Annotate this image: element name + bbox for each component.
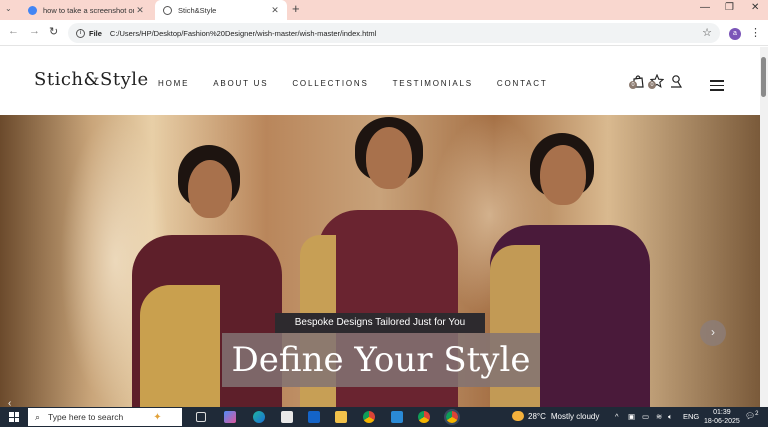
profile-avatar[interactable]: a bbox=[729, 28, 741, 40]
close-tab-icon[interactable]: ✕ bbox=[134, 5, 146, 16]
carousel-next-button[interactable]: › bbox=[700, 320, 726, 346]
browser-tab-screenshot[interactable]: how to take a screenshot on w ✕ bbox=[20, 0, 152, 20]
clock-date: 18-06-2025 bbox=[704, 418, 740, 425]
close-tab-icon[interactable]: ✕ bbox=[269, 5, 281, 16]
copilot-icon[interactable] bbox=[224, 411, 236, 423]
windows-start-icon[interactable] bbox=[9, 412, 19, 422]
hero-title-box: Define Your Style bbox=[222, 333, 540, 387]
volume-icon[interactable]: 🔈︎ bbox=[668, 412, 673, 422]
carousel-prev-button[interactable]: ‹ bbox=[8, 398, 11, 407]
browser-tab-stichstyle[interactable]: Stich&Style ✕ bbox=[155, 0, 287, 20]
nav-about-us[interactable]: ABOUT US bbox=[213, 79, 268, 88]
scrollbar-thumb[interactable] bbox=[761, 57, 766, 97]
wishlist-count-badge: 0 bbox=[648, 81, 656, 89]
weather-widget[interactable]: 28°C Mostly cloudy bbox=[512, 411, 599, 421]
hamburger-menu-icon[interactable] bbox=[710, 80, 724, 94]
forward-icon[interactable]: → bbox=[29, 25, 40, 37]
search-highlight-icon: ✦ bbox=[153, 411, 162, 423]
scheme-label: File bbox=[89, 28, 102, 38]
task-view-icon[interactable] bbox=[196, 412, 206, 422]
cart-count-badge: 0 bbox=[629, 81, 637, 89]
hero-title: Define Your Style bbox=[231, 340, 531, 380]
tray-app-icon[interactable]: ▣ bbox=[628, 412, 635, 421]
page-scrollbar[interactable] bbox=[760, 47, 768, 407]
main-nav: HOME ABOUT US COLLECTIONS TESTIMONIALS C… bbox=[158, 79, 572, 88]
tab-title: Stich&Style bbox=[178, 5, 217, 15]
reload-icon[interactable]: ↻ bbox=[49, 25, 58, 38]
weather-temp: 28°C bbox=[528, 411, 546, 421]
edge-icon[interactable] bbox=[253, 411, 265, 423]
new-tab-button[interactable]: + bbox=[292, 1, 300, 16]
battery-icon[interactable]: ▭ bbox=[642, 412, 649, 421]
site-logo[interactable]: Stich&Style bbox=[34, 69, 149, 90]
cloudy-weather-icon bbox=[512, 411, 524, 421]
google-favicon-icon bbox=[28, 5, 37, 15]
nav-testimonials[interactable]: TESTIMONIALS bbox=[393, 79, 473, 88]
back-icon[interactable]: ← bbox=[8, 25, 19, 37]
windows-taskbar: ⌕ Type here to search ✦ 28°C Mostly clou… bbox=[0, 407, 768, 427]
vscode-icon[interactable] bbox=[391, 411, 403, 423]
globe-favicon-icon bbox=[163, 5, 172, 15]
notification-count: 2 bbox=[755, 411, 759, 417]
bookmark-star-icon[interactable]: ☆ bbox=[702, 26, 712, 39]
tray-chevron-icon[interactable]: ^ bbox=[615, 412, 619, 421]
store-icon[interactable] bbox=[281, 411, 293, 423]
browser-menu-icon[interactable]: ⋮ bbox=[750, 26, 761, 39]
system-clock[interactable]: 01:39 18-06-2025 bbox=[704, 408, 740, 426]
hero-banner: Bespoke Designs Tailored Just for You De… bbox=[0, 115, 760, 407]
browser-tab-strip: ⌄ how to take a screenshot on w ✕ Stich&… bbox=[0, 0, 768, 20]
search-icon: ⌕ bbox=[35, 411, 41, 422]
nav-contact[interactable]: CONTACT bbox=[497, 79, 548, 88]
language-indicator[interactable]: ENG bbox=[683, 412, 699, 421]
chrome-profile-icon[interactable] bbox=[418, 411, 430, 423]
chrome-active-icon[interactable] bbox=[444, 409, 460, 425]
taskbar-search-box[interactable]: ⌕ Type here to search ✦ bbox=[28, 408, 182, 426]
taskbar-search-placeholder: Type here to search bbox=[48, 412, 124, 422]
wifi-icon[interactable]: ≋ bbox=[656, 412, 662, 421]
site-header: Stich&Style HOME ABOUT US COLLECTIONS TE… bbox=[0, 47, 760, 115]
nav-collections[interactable]: COLLECTIONS bbox=[292, 79, 368, 88]
address-bar[interactable]: i File C:/Users/HP/Desktop/Fashion%20Des… bbox=[68, 23, 720, 43]
address-bar-row: ← → ↻ i File C:/Users/HP/Desktop/Fashion… bbox=[0, 20, 768, 46]
tab-title: how to take a screenshot on w bbox=[43, 5, 134, 15]
weather-condition: Mostly cloudy bbox=[550, 411, 600, 421]
info-icon[interactable]: i bbox=[76, 28, 85, 38]
clock-time: 01:39 bbox=[713, 409, 731, 416]
restore-icon[interactable]: ❐ bbox=[725, 2, 734, 13]
tab-search-icon[interactable]: ⌄ bbox=[5, 4, 12, 13]
nav-home[interactable]: HOME bbox=[158, 79, 189, 88]
hero-subtitle: Bespoke Designs Tailored Just for You bbox=[275, 313, 485, 333]
file-explorer-icon[interactable] bbox=[335, 411, 347, 423]
url-text[interactable]: C:/Users/HP/Desktop/Fashion%20Designer/w… bbox=[110, 29, 376, 38]
chrome-icon[interactable] bbox=[363, 411, 375, 423]
minimize-icon[interactable]: — bbox=[700, 2, 710, 13]
close-window-icon[interactable]: ✕ bbox=[751, 2, 759, 13]
user-icon[interactable] bbox=[669, 74, 683, 88]
outlook-icon[interactable] bbox=[308, 411, 320, 423]
notifications-icon[interactable]: 💬︎2 bbox=[745, 411, 759, 421]
